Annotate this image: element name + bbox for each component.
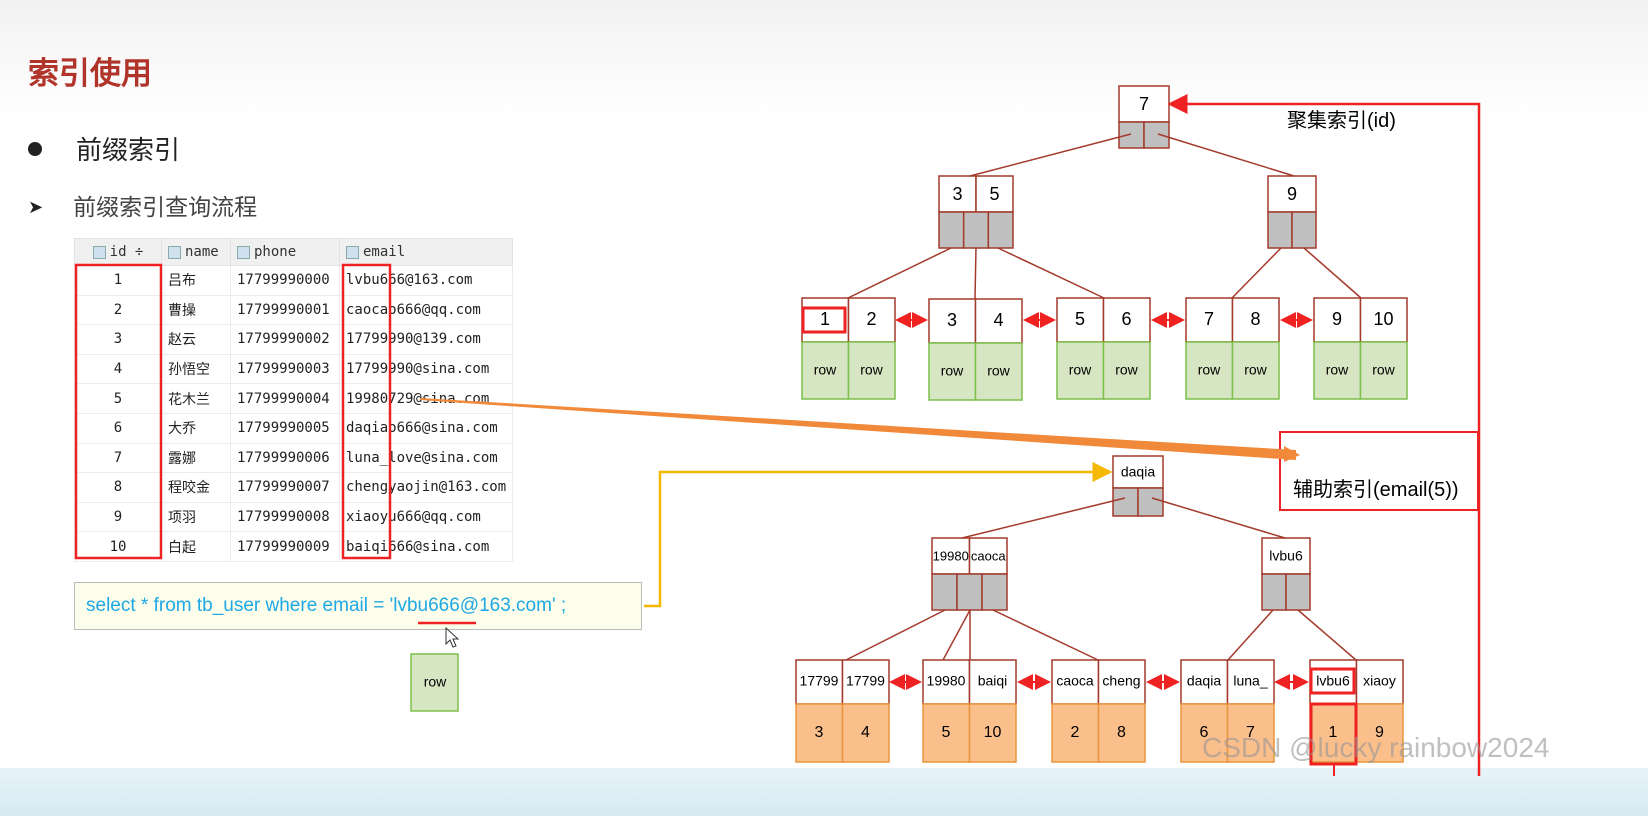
tree-edge [942, 609, 971, 661]
tree-edge [1157, 133, 1295, 177]
tree-edge [1303, 247, 1362, 299]
tree-edge [992, 609, 1099, 661]
clustered-row-label: row [1115, 362, 1138, 378]
secondary-leaf-key: cheng [1102, 673, 1140, 689]
clustered-leaf-key: 3 [947, 310, 957, 330]
secondary-inner-pointer [1285, 573, 1311, 611]
secondary-inner-key: lvbu6 [1269, 548, 1303, 564]
highlight-email-prefix [341, 263, 392, 560]
tree-edge [997, 247, 1105, 299]
clustered-inner-pointer [987, 211, 1014, 249]
secondary-inner-key: 19980 [933, 548, 969, 563]
clustered-root-pointer [1118, 121, 1145, 149]
secondary-root-pointer [1137, 487, 1164, 517]
clustered-row-label: row [1372, 362, 1395, 378]
clustered-row-label: row [814, 362, 837, 378]
tree-edge [845, 609, 946, 661]
secondary-inner-pointer [1261, 573, 1287, 611]
clustered-leaf-key: 8 [1250, 309, 1260, 329]
clustered-leaf-key: 1 [820, 309, 830, 329]
clustered-row-label: row [1069, 362, 1092, 378]
tree-edge [1231, 247, 1282, 299]
secondary-inner-pointer [981, 573, 1008, 611]
tree-edge [847, 247, 952, 299]
secondary-leaf-key: 19980 [927, 673, 966, 689]
secondary-id-value: 3 [815, 724, 824, 741]
clustered-inner-pointer [1267, 211, 1293, 249]
result-row-label: row [424, 674, 447, 690]
tree-edge [961, 497, 1126, 539]
clustered-root-key: 7 [1139, 94, 1149, 114]
secondary-id-value: 5 [942, 724, 951, 741]
secondary-leaf-key: luna_ [1233, 673, 1267, 689]
secondary-id-value: 10 [984, 724, 1002, 741]
clustered-row-label: row [1326, 362, 1349, 378]
watermark: CSDN @lucky rainbow2024 [1202, 732, 1550, 763]
index-diagram: 7 3 5 9 1 row 2 row 3 row 4 row 5 row 6 row 7 row 8 row 9 row… [74, 85, 1481, 776]
tree-edge [1297, 609, 1357, 661]
secondary-leaf-key: lvbu6 [1316, 673, 1350, 689]
clustered-leaf-key: 2 [866, 309, 876, 329]
clustered-leaf-key: 4 [993, 310, 1003, 330]
clustered-inner-key: 5 [989, 184, 999, 204]
secondary-leaf-key: xiaoy [1363, 673, 1396, 689]
tree-edge [1151, 497, 1286, 539]
clustered-inner-key: 9 [1287, 184, 1297, 204]
clustered-row-label: row [860, 362, 883, 378]
secondary-leaf-key: caoca [1056, 673, 1094, 689]
tree-edge [1227, 609, 1274, 661]
secondary-leaf-key: daqia [1187, 673, 1221, 689]
clustered-leaf-key: 5 [1075, 309, 1085, 329]
secondary-root-pointer [1112, 487, 1139, 517]
secondary-inner-key: caoca [971, 548, 1006, 563]
tree-edge [974, 247, 977, 300]
secondary-root-key: daqia [1121, 464, 1155, 480]
secondary-leaf-key: 17799 [800, 673, 839, 689]
highlight-id-column [74, 263, 163, 560]
clustered-row-label: row [987, 363, 1010, 379]
clustered-inner-pointer [938, 211, 965, 249]
mouse-cursor-icon [445, 626, 460, 648]
secondary-id-value: 2 [1071, 724, 1080, 741]
secondary-id-value: 8 [1117, 724, 1126, 741]
clustered-inner-key: 3 [952, 184, 962, 204]
clustered-root-pointer [1143, 121, 1170, 149]
secondary-label-box [1279, 431, 1479, 511]
secondary-id-value: 4 [861, 724, 870, 741]
clustered-row-label: row [1244, 362, 1267, 378]
tree-edge [969, 133, 1132, 177]
clustered-inner-pointer [962, 211, 990, 249]
secondary-leaf-key: baiqi [978, 673, 1008, 689]
clustered-row-label: row [1198, 362, 1221, 378]
clustered-inner-pointer [1291, 211, 1317, 249]
clustered-leaf-key: 9 [1332, 309, 1342, 329]
clustered-leaf-key: 6 [1121, 309, 1131, 329]
clustered-row-label: row [941, 363, 964, 379]
sql-to-secondary-arrow [644, 462, 1113, 608]
secondary-inner-pointer [931, 573, 958, 611]
secondary-leaf-key: 17799 [846, 673, 885, 689]
clustered-leaf-key: 7 [1204, 309, 1214, 329]
clustered-leaf-key: 10 [1373, 309, 1393, 329]
email-to-secondary-arrow [420, 398, 1296, 460]
secondary-inner-pointer [956, 573, 983, 611]
